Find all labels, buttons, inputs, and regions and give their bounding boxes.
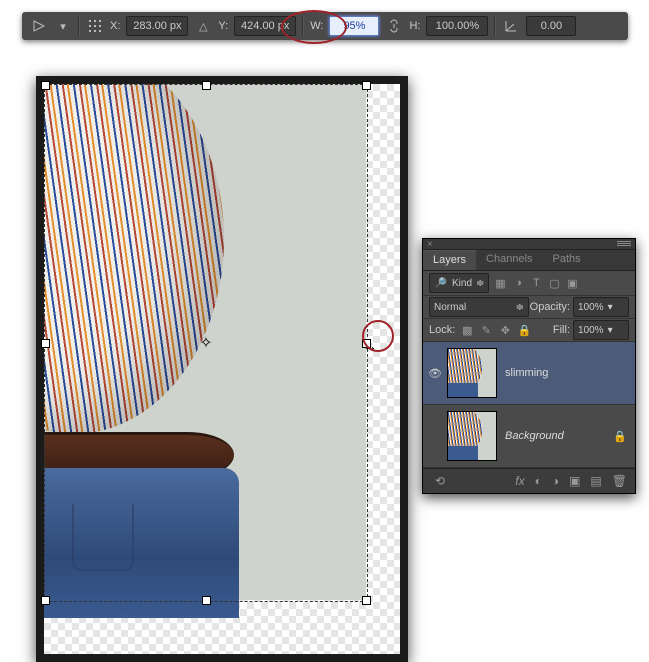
layer-thumbnail[interactable] — [447, 411, 497, 461]
y-label: Y: — [218, 20, 228, 32]
chevron-down-icon: ≑ — [476, 278, 484, 289]
fx-icon[interactable]: fx — [515, 474, 524, 488]
tab-channels[interactable]: Channels — [476, 250, 542, 270]
transform-options-bar: ▾ X: △ Y: W: H: — [22, 12, 628, 40]
layer-row[interactable]: 👁 slimming — [423, 342, 635, 405]
link-icon[interactable]: ⟲ — [435, 474, 445, 488]
link-wh-icon[interactable] — [385, 17, 403, 35]
fill-value: 100% — [578, 325, 604, 336]
layer-row[interactable]: Background 🔒 — [423, 405, 635, 468]
reference-point-marker[interactable]: ✧ — [198, 335, 214, 351]
x-field[interactable] — [126, 16, 188, 36]
adjustment-icon[interactable]: ◑ — [511, 276, 525, 290]
panel-header[interactable]: × — [423, 239, 635, 250]
separator — [302, 16, 304, 36]
mask-icon[interactable]: ◐ — [535, 474, 542, 488]
tab-paths[interactable]: Paths — [543, 250, 591, 270]
separator — [494, 16, 496, 36]
filter-kind-label: Kind — [452, 278, 472, 289]
w-field[interactable] — [329, 16, 379, 36]
opacity-field[interactable]: 100% ▾ — [573, 297, 629, 317]
blend-mode-select[interactable]: Normal ≑ — [429, 297, 529, 317]
filter-kind-select[interactable]: 🔎 Kind ≑ — [429, 273, 489, 293]
panel-tabs: Layers Channels Paths — [423, 250, 635, 271]
delta-icon[interactable]: △ — [194, 17, 212, 35]
blend-opacity-row: Normal ≑ Opacity: 100% ▾ — [423, 296, 635, 319]
close-icon[interactable]: × — [427, 239, 433, 250]
type-icon[interactable]: T — [529, 276, 543, 290]
lock-all-icon[interactable]: 🔒 — [517, 323, 531, 337]
transform-bounding-box[interactable]: ✧ ↔ — [44, 84, 368, 602]
smartobj-icon[interactable]: ▣ — [565, 276, 579, 290]
adjustment-layer-icon[interactable]: ◑ — [552, 474, 559, 488]
lock-label: Lock: — [429, 324, 455, 336]
w-label: W: — [310, 20, 323, 32]
y-field[interactable] — [234, 16, 296, 36]
panel-menu-icon[interactable] — [617, 241, 631, 247]
layers-panel-footer: ⟲ fx ◐ ◑ ▣ ▤ 🗑 — [423, 468, 635, 493]
fill-label: Fill: — [553, 324, 570, 336]
h-field[interactable] — [426, 16, 488, 36]
transform-handle[interactable] — [362, 81, 371, 90]
lock-image-icon[interactable]: ✎ — [479, 323, 493, 337]
transform-handle[interactable] — [202, 81, 211, 90]
lock-position-icon[interactable]: ✥ — [498, 323, 512, 337]
lock-fill-row: Lock: ▩ ✎ ✥ 🔒 Fill: 100% ▾ — [423, 319, 635, 342]
visibility-toggle[interactable]: 👁 — [423, 367, 447, 380]
opacity-value: 100% — [578, 302, 604, 313]
resize-cursor-icon: ↔ — [363, 338, 377, 354]
transform-handle[interactable] — [41, 596, 50, 605]
transform-handle[interactable] — [362, 596, 371, 605]
angle-icon — [502, 17, 520, 35]
canvas[interactable]: ✧ ↔ — [44, 84, 400, 654]
lock-transparent-icon[interactable]: ▩ — [460, 323, 474, 337]
separator — [78, 16, 80, 36]
blend-mode-value: Normal — [434, 302, 466, 313]
search-icon: 🔎 — [434, 276, 448, 290]
eye-icon: 👁 — [428, 367, 442, 380]
transform-handle[interactable] — [41, 339, 50, 348]
chevron-down-icon: ≑ — [516, 302, 524, 313]
group-icon[interactable]: ▣ — [569, 474, 580, 488]
layer-thumbnail[interactable] — [447, 348, 497, 398]
angle-field[interactable] — [526, 16, 576, 36]
x-label: X: — [110, 20, 120, 32]
transform-tool-icon — [30, 17, 48, 35]
trash-icon[interactable]: 🗑 — [612, 474, 627, 488]
transform-handle[interactable] — [202, 596, 211, 605]
reference-point-icon[interactable] — [86, 17, 104, 35]
h-label: H: — [409, 20, 420, 32]
new-layer-icon[interactable]: ▤ — [590, 474, 601, 488]
tab-layers[interactable]: Layers — [423, 250, 476, 270]
chevron-down-icon: ▾ — [608, 302, 613, 313]
chevron-down-icon: ▾ — [608, 325, 613, 336]
layer-filter-row: 🔎 Kind ≑ ▦ ◑ T ▢ ▣ — [423, 271, 635, 296]
layer-name[interactable]: slimming — [505, 367, 635, 379]
image-icon[interactable]: ▦ — [493, 276, 507, 290]
shape-icon[interactable]: ▢ — [547, 276, 561, 290]
fill-field[interactable]: 100% ▾ — [573, 320, 629, 340]
document-window: ✧ ↔ — [36, 76, 408, 662]
opacity-label: Opacity: — [530, 301, 570, 313]
lock-icon: 🔒 — [613, 430, 627, 443]
layers-list: 👁 slimming Background 🔒 — [423, 342, 635, 468]
transform-handle[interactable] — [41, 81, 50, 90]
layers-panel: × Layers Channels Paths 🔎 Kind ≑ ▦ ◑ T ▢… — [422, 238, 636, 494]
dropdown-icon[interactable]: ▾ — [54, 17, 72, 35]
layer-name[interactable]: Background — [505, 430, 613, 442]
